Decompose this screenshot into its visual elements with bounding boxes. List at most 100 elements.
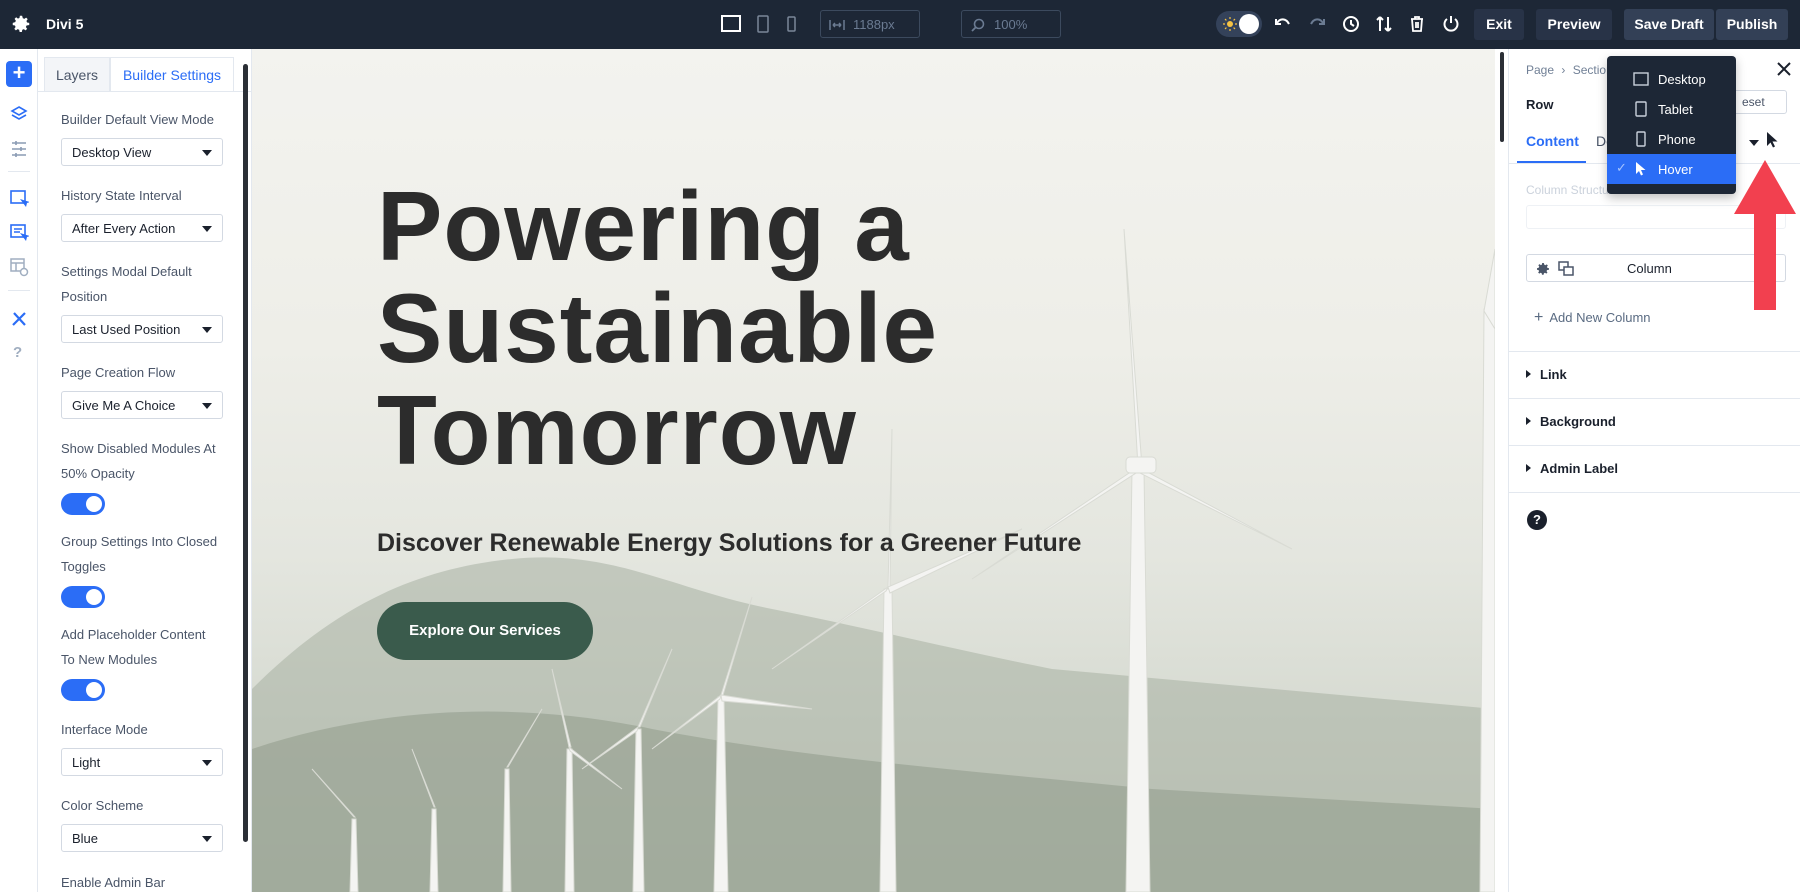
breakpoint-menu: Desktop Tablet Phone ✓ Hover bbox=[1607, 56, 1736, 194]
group-settings-label: Group Settings Into Closed bbox=[61, 534, 218, 549]
color-scheme-label: Color Scheme bbox=[61, 798, 144, 813]
accordion-label: Background bbox=[1540, 414, 1616, 429]
tablet-view-icon[interactable] bbox=[752, 13, 774, 35]
disabled-modules-toggle[interactable] bbox=[61, 493, 105, 515]
plus-icon: + bbox=[1534, 309, 1544, 326]
column-structure-label: Column Structure bbox=[1526, 183, 1620, 197]
publish-button[interactable]: Publish bbox=[1716, 9, 1788, 40]
select-value: After Every Action bbox=[72, 221, 176, 236]
redo-icon[interactable] bbox=[1307, 14, 1327, 34]
light-dark-toggle[interactable] bbox=[1216, 11, 1262, 37]
tools-icon[interactable] bbox=[9, 309, 29, 329]
menu-item-phone[interactable]: Phone bbox=[1607, 124, 1736, 154]
gear-icon[interactable] bbox=[10, 13, 32, 35]
desktop-icon bbox=[1633, 72, 1649, 86]
breadcrumb-page[interactable]: Page bbox=[1526, 63, 1554, 77]
canvas-scrollbar[interactable] bbox=[1500, 52, 1504, 142]
panel-title: Row bbox=[1526, 97, 1554, 112]
canvas-width-field[interactable]: 1188px bbox=[820, 10, 920, 38]
admin-bar-label: Enable Admin Bar bbox=[61, 875, 166, 890]
group-settings-label-cont: Toggles bbox=[61, 559, 106, 574]
width-icon bbox=[829, 20, 845, 30]
accordion-admin-label[interactable]: Admin Label bbox=[1509, 445, 1800, 492]
page-settings-icon[interactable] bbox=[9, 223, 29, 243]
column-label: Column bbox=[1627, 261, 1672, 276]
settings-scrollbar[interactable] bbox=[243, 64, 248, 842]
duplicate-icon[interactable] bbox=[1558, 261, 1574, 277]
add-module-button[interactable]: + bbox=[6, 61, 32, 87]
gear-icon[interactable] bbox=[1535, 261, 1551, 277]
caret-down-icon bbox=[202, 327, 212, 333]
add-column-label: Add New Column bbox=[1549, 310, 1651, 325]
sort-icon[interactable] bbox=[1374, 14, 1394, 34]
menu-item-desktop[interactable]: Desktop bbox=[1607, 64, 1736, 94]
settings-list-icon[interactable] bbox=[9, 139, 29, 159]
caret-down-icon bbox=[202, 226, 212, 232]
cursor-icon bbox=[1636, 162, 1646, 176]
explore-services-button[interactable]: Explore Our Services bbox=[377, 602, 593, 660]
accordion-label: Admin Label bbox=[1540, 461, 1619, 476]
tabs-divider bbox=[38, 91, 251, 92]
page-canvas[interactable]: Powering a Sustainable Tomorrow Discover… bbox=[252, 49, 1495, 892]
caret-down-icon bbox=[202, 150, 212, 156]
preset-button[interactable]: eset bbox=[1731, 90, 1787, 114]
placeholder-content-toggle[interactable] bbox=[61, 679, 105, 701]
undo-icon[interactable] bbox=[1273, 14, 1293, 34]
preview-button[interactable]: Preview bbox=[1536, 9, 1612, 40]
menu-item-label: Desktop bbox=[1658, 72, 1706, 87]
help-icon[interactable]: ? bbox=[1527, 510, 1547, 530]
cursor-icon[interactable] bbox=[1765, 131, 1779, 149]
help-icon[interactable]: ? bbox=[13, 344, 22, 361]
tab-layers[interactable]: Layers bbox=[44, 57, 110, 91]
add-new-column-button[interactable]: + Add New Column bbox=[1534, 309, 1651, 327]
interface-mode-label: Interface Mode bbox=[61, 722, 148, 737]
accordion-divider bbox=[1509, 492, 1800, 493]
group-settings-toggle[interactable] bbox=[61, 586, 105, 608]
zoom-field[interactable]: 100% bbox=[961, 10, 1061, 38]
menu-item-label: Phone bbox=[1658, 132, 1696, 147]
placeholder-content-label-cont: To New Modules bbox=[61, 652, 158, 667]
toggle-knob bbox=[86, 589, 102, 605]
history-interval-select[interactable]: After Every Action bbox=[61, 214, 223, 242]
menu-item-hover[interactable]: ✓ Hover bbox=[1607, 154, 1736, 184]
history-interval-label: History State Interval bbox=[61, 188, 182, 203]
toggle-knob bbox=[86, 496, 102, 512]
check-icon: ✓ bbox=[1616, 160, 1627, 175]
menu-item-tablet[interactable]: Tablet bbox=[1607, 94, 1736, 124]
history-icon[interactable] bbox=[1341, 14, 1361, 34]
creation-flow-label: Page Creation Flow bbox=[61, 365, 176, 380]
zoom-value: 100% bbox=[994, 17, 1028, 32]
desktop-view-icon[interactable] bbox=[720, 13, 742, 35]
breadcrumb: Page › Section bbox=[1526, 63, 1613, 77]
accordion-background[interactable]: Background bbox=[1509, 398, 1800, 445]
menu-item-label: Hover bbox=[1658, 162, 1693, 177]
caret-down-icon[interactable] bbox=[1749, 140, 1759, 146]
toggle-knob bbox=[86, 682, 102, 698]
exit-button[interactable]: Exit bbox=[1474, 9, 1524, 40]
accordion-link[interactable]: Link bbox=[1509, 351, 1800, 398]
trash-icon[interactable] bbox=[1407, 14, 1427, 34]
layers-icon[interactable] bbox=[9, 104, 29, 124]
page-module-icon[interactable] bbox=[9, 189, 29, 209]
color-scheme-select[interactable]: Blue bbox=[61, 824, 223, 852]
template-icon[interactable] bbox=[9, 257, 29, 277]
caret-down-icon bbox=[202, 403, 212, 409]
modal-position-select[interactable]: Last Used Position bbox=[61, 315, 223, 343]
hero-subtitle: Discover Renewable Energy Solutions for … bbox=[377, 529, 1082, 557]
default-view-mode-label: Builder Default View Mode bbox=[61, 112, 214, 127]
caret-right-icon bbox=[1526, 464, 1531, 472]
interface-mode-select[interactable]: Light bbox=[61, 748, 223, 776]
save-draft-button[interactable]: Save Draft bbox=[1624, 9, 1714, 40]
tab-content[interactable]: Content bbox=[1526, 133, 1579, 149]
placeholder-content-label: Add Placeholder Content bbox=[61, 627, 206, 642]
caret-down-icon bbox=[202, 760, 212, 766]
creation-flow-select[interactable]: Give Me A Choice bbox=[61, 391, 223, 419]
power-icon[interactable] bbox=[1441, 14, 1461, 34]
close-icon[interactable] bbox=[1776, 61, 1792, 77]
phone-view-icon[interactable] bbox=[780, 13, 802, 35]
arrow-up-icon bbox=[1734, 160, 1796, 310]
default-view-mode-select[interactable]: Desktop View bbox=[61, 138, 223, 166]
modal-position-label-cont: Position bbox=[61, 289, 108, 304]
tab-builder-settings[interactable]: Builder Settings bbox=[110, 57, 234, 91]
builder-settings-panel: Layers Builder Settings Builder Default … bbox=[38, 49, 252, 892]
